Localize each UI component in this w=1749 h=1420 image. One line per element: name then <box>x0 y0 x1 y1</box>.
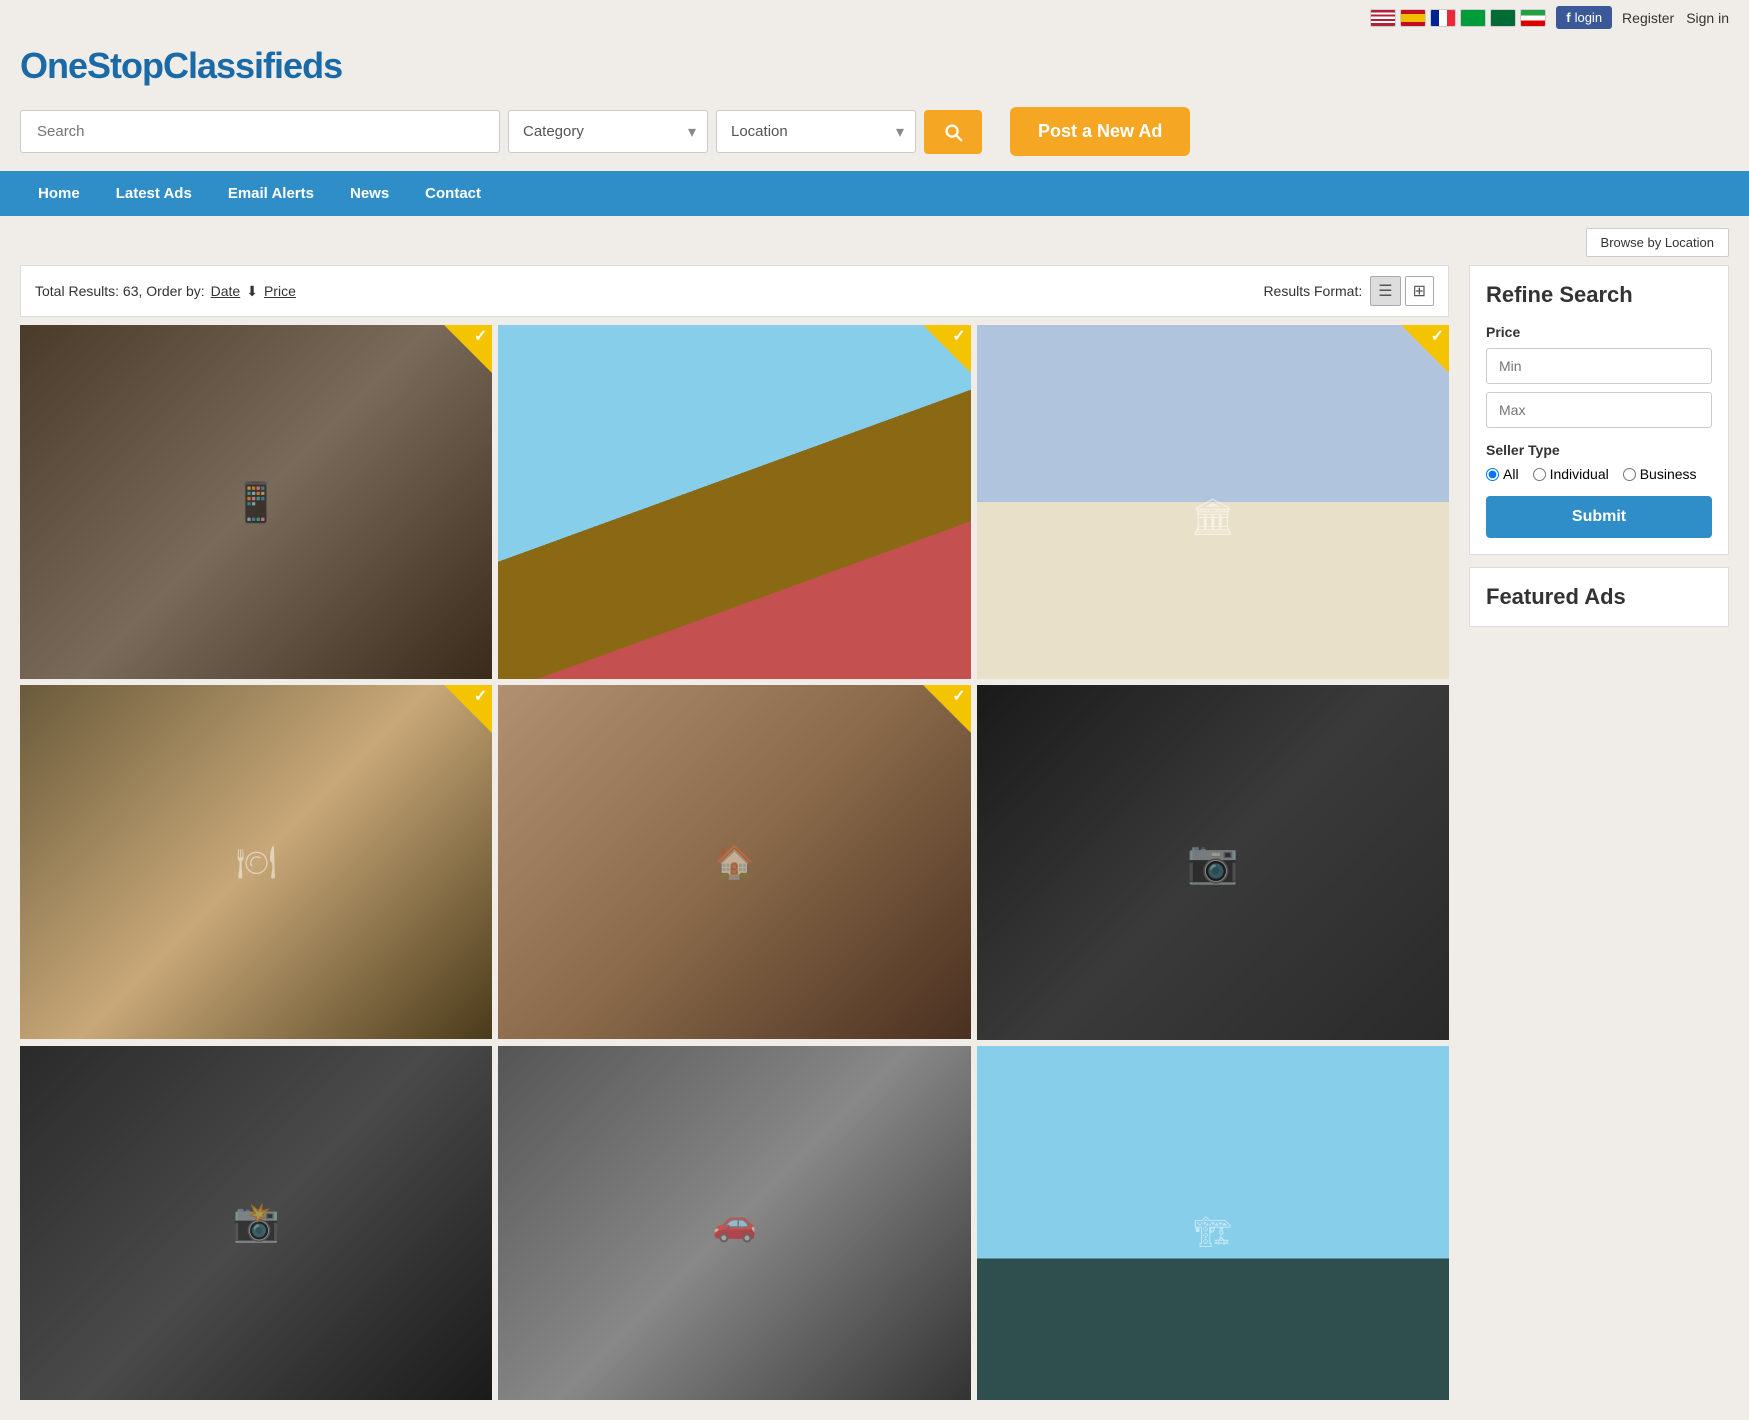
seller-type-all-radio[interactable] <box>1486 468 1499 481</box>
facebook-icon: f <box>1566 10 1570 25</box>
location-dropdown-wrap: Location ▾ <box>716 110 916 153</box>
list-item[interactable]: 🍽 ✓ <box>20 685 492 1039</box>
login-label: login <box>1575 10 1602 25</box>
header: OneStopClassifieds <box>0 35 1749 97</box>
flag-fr[interactable] <box>1430 9 1456 27</box>
search-input-wrap <box>20 110 500 153</box>
nav-latest-ads[interactable]: Latest Ads <box>98 171 210 216</box>
results-header: Total Results: 63, Order by: Date ⬇ Pric… <box>20 265 1449 317</box>
seller-type-radio-group: All Individual Business <box>1486 466 1712 482</box>
item-thumbnail <box>498 325 970 679</box>
browse-location-button[interactable]: Browse by Location <box>1586 228 1729 257</box>
seller-type-business-label: Business <box>1640 466 1697 482</box>
nav-news[interactable]: News <box>332 171 407 216</box>
seller-type-all[interactable]: All <box>1486 466 1519 482</box>
price-inputs <box>1486 348 1712 428</box>
list-item[interactable]: 📷 <box>977 685 1449 1039</box>
search-icon <box>942 121 964 143</box>
item-thumbnail: 🏛 <box>977 325 1449 679</box>
seller-type-all-label: All <box>1503 466 1519 482</box>
refine-search-box: Refine Search Price Seller Type All Indi… <box>1469 265 1729 555</box>
post-ad-button[interactable]: Post a New Ad <box>1010 107 1190 156</box>
flag-sa[interactable] <box>1490 9 1516 27</box>
flags <box>1370 9 1546 27</box>
refine-search-title: Refine Search <box>1486 282 1712 308</box>
search-area: Category ▾ Location ▾ Post a New Ad <box>0 97 1749 171</box>
location-dropdown[interactable]: Location <box>716 110 916 153</box>
category-dropdown-wrap: Category ▾ <box>508 110 708 153</box>
format-grid-button[interactable]: ⊞ <box>1405 276 1434 306</box>
flag-br[interactable] <box>1460 9 1486 27</box>
seller-type-individual[interactable]: Individual <box>1533 466 1609 482</box>
grid-icon: ⊞ <box>1413 283 1426 300</box>
seller-type-business-radio[interactable] <box>1623 468 1636 481</box>
flag-es[interactable] <box>1400 9 1426 27</box>
list-item[interactable]: 📸 <box>20 1046 492 1400</box>
search-button[interactable] <box>924 110 982 154</box>
price-max-input[interactable] <box>1486 392 1712 428</box>
item-thumbnail: 📱 <box>20 325 492 679</box>
nav-email-alerts[interactable]: Email Alerts <box>210 171 332 216</box>
top-links: Register Sign in <box>1622 10 1729 26</box>
nav-bar: Home Latest Ads Email Alerts News Contac… <box>0 171 1749 216</box>
item-thumbnail: 🏠 <box>498 685 970 1039</box>
submit-button[interactable]: Submit <box>1486 496 1712 538</box>
nav-home[interactable]: Home <box>20 171 98 216</box>
list-item[interactable]: ✓ <box>498 325 970 679</box>
list-icon: ☰ <box>1378 283 1392 300</box>
format-list-button[interactable]: ☰ <box>1370 276 1400 306</box>
sidebar: Refine Search Price Seller Type All Indi… <box>1449 265 1729 1400</box>
items-grid: 📱 ✓ ✓ 🏛 ✓ <box>20 325 1449 1400</box>
category-dropdown[interactable]: Category <box>508 110 708 153</box>
featured-ads-box: Featured Ads <box>1469 567 1729 627</box>
item-thumbnail: 🚗 <box>498 1046 970 1400</box>
facebook-login-button[interactable]: f login <box>1556 6 1612 29</box>
order-links: Total Results: 63, Order by: Date ⬇ Pric… <box>35 283 296 300</box>
results-summary: Total Results: 63, Order by: <box>35 283 205 299</box>
search-input[interactable] <box>20 110 500 153</box>
site-logo[interactable]: OneStopClassifieds <box>20 45 342 87</box>
featured-ads-title: Featured Ads <box>1486 584 1712 610</box>
sort-icon: ⬇ <box>246 283 258 300</box>
top-bar: f login Register Sign in <box>0 0 1749 35</box>
list-item[interactable]: 📱 ✓ <box>20 325 492 679</box>
signin-link[interactable]: Sign in <box>1686 10 1729 26</box>
list-item[interactable]: 🏠 ✓ <box>498 685 970 1039</box>
format-label: Results Format: <box>1263 283 1362 299</box>
order-by-date[interactable]: Date <box>211 283 241 299</box>
results-area: Total Results: 63, Order by: Date ⬇ Pric… <box>20 265 1449 1400</box>
seller-type-individual-radio[interactable] <box>1533 468 1546 481</box>
seller-type-business[interactable]: Business <box>1623 466 1697 482</box>
list-item[interactable]: 🏛 ✓ <box>977 325 1449 679</box>
item-thumbnail: 📸 <box>20 1046 492 1400</box>
item-thumbnail: 📷 <box>977 685 1449 1039</box>
item-thumbnail: 🍽 <box>20 685 492 1039</box>
order-by-price[interactable]: Price <box>264 283 296 299</box>
main-content: Total Results: 63, Order by: Date ⬇ Pric… <box>0 265 1749 1420</box>
flag-us[interactable] <box>1370 9 1396 27</box>
format-selector: Results Format: ☰ ⊞ <box>1263 276 1434 306</box>
seller-type-label: Seller Type <box>1486 442 1712 458</box>
format-buttons: ☰ ⊞ <box>1370 276 1434 306</box>
register-link[interactable]: Register <box>1622 10 1674 26</box>
nav-contact[interactable]: Contact <box>407 171 499 216</box>
seller-type-individual-label: Individual <box>1550 466 1609 482</box>
item-thumbnail: 🏗 <box>977 1046 1449 1400</box>
flag-ir[interactable] <box>1520 9 1546 27</box>
list-item[interactable]: 🏗 <box>977 1046 1449 1400</box>
price-min-input[interactable] <box>1486 348 1712 384</box>
list-item[interactable]: 🚗 <box>498 1046 970 1400</box>
browse-location-bar: Browse by Location <box>0 216 1749 265</box>
price-label: Price <box>1486 324 1712 340</box>
